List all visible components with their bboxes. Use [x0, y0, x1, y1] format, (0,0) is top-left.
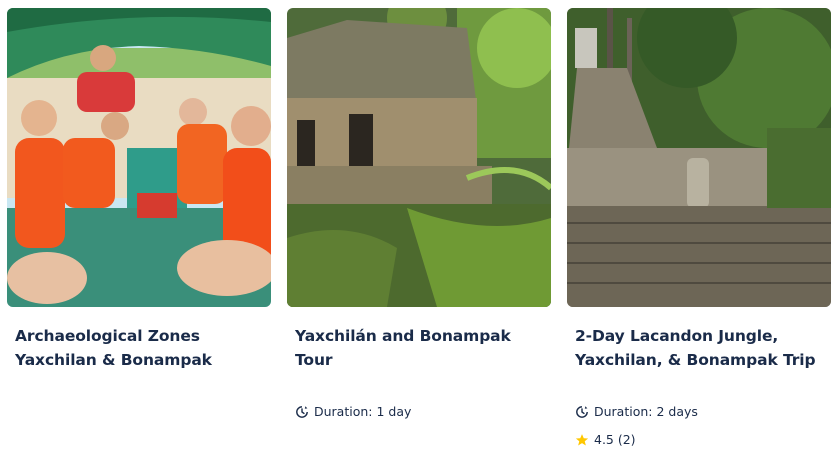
tour-duration-text: Duration: 1 day — [314, 404, 412, 419]
clock-icon — [576, 405, 588, 418]
tour-title-line: Yaxchilán and Bonampak Tour — [295, 327, 511, 369]
tour-title[interactable]: Yaxchilán and Bonampak Tour — [287, 324, 551, 372]
star-icon — [575, 433, 589, 446]
tour-rating: 4.5 (2) — [575, 432, 636, 447]
tour-title-line: 2-Day Lacandon Jungle, — [575, 327, 779, 345]
tour-title[interactable]: Archaeological Zones Yaxchilan & Bonampa… — [7, 324, 271, 372]
tour-title-line: Yaxchilan & Bonampak — [15, 351, 212, 369]
tour-title[interactable]: 2-Day Lacandon Jungle, Yaxchilan, & Bona… — [567, 324, 831, 372]
tour-card-grid: Archaeological Zones Yaxchilan & Bonampa… — [0, 0, 840, 466]
jungle-stone-staircase-photo — [567, 8, 831, 307]
stone-ruins-in-jungle-photo — [287, 8, 551, 307]
tour-photo-ruins[interactable] — [287, 8, 551, 307]
tour-photo-staircase[interactable] — [567, 8, 831, 307]
tour-title-line: Archaeological Zones — [15, 327, 200, 345]
tour-photo-boat[interactable] — [7, 8, 271, 307]
tourists-in-boat-photo — [7, 8, 271, 307]
tour-card-archaeological-zones[interactable]: Archaeological Zones Yaxchilan & Bonampa… — [7, 8, 271, 458]
tour-duration: Duration: 2 days — [575, 404, 698, 419]
tour-card-lacandon-jungle-trip[interactable]: 2-Day Lacandon Jungle, Yaxchilan, & Bona… — [567, 8, 831, 458]
clock-icon — [296, 405, 308, 418]
tour-duration: Duration: 1 day — [295, 404, 411, 419]
tour-rating-text: 4.5 (2) — [594, 432, 636, 447]
tour-title-line: Yaxchilan, & Bonampak Trip — [575, 351, 816, 369]
tour-duration-text: Duration: 2 days — [594, 404, 698, 419]
tour-card-yaxchilan-bonampak[interactable]: Yaxchilán and Bonampak Tour Duration: 1 … — [287, 8, 551, 458]
